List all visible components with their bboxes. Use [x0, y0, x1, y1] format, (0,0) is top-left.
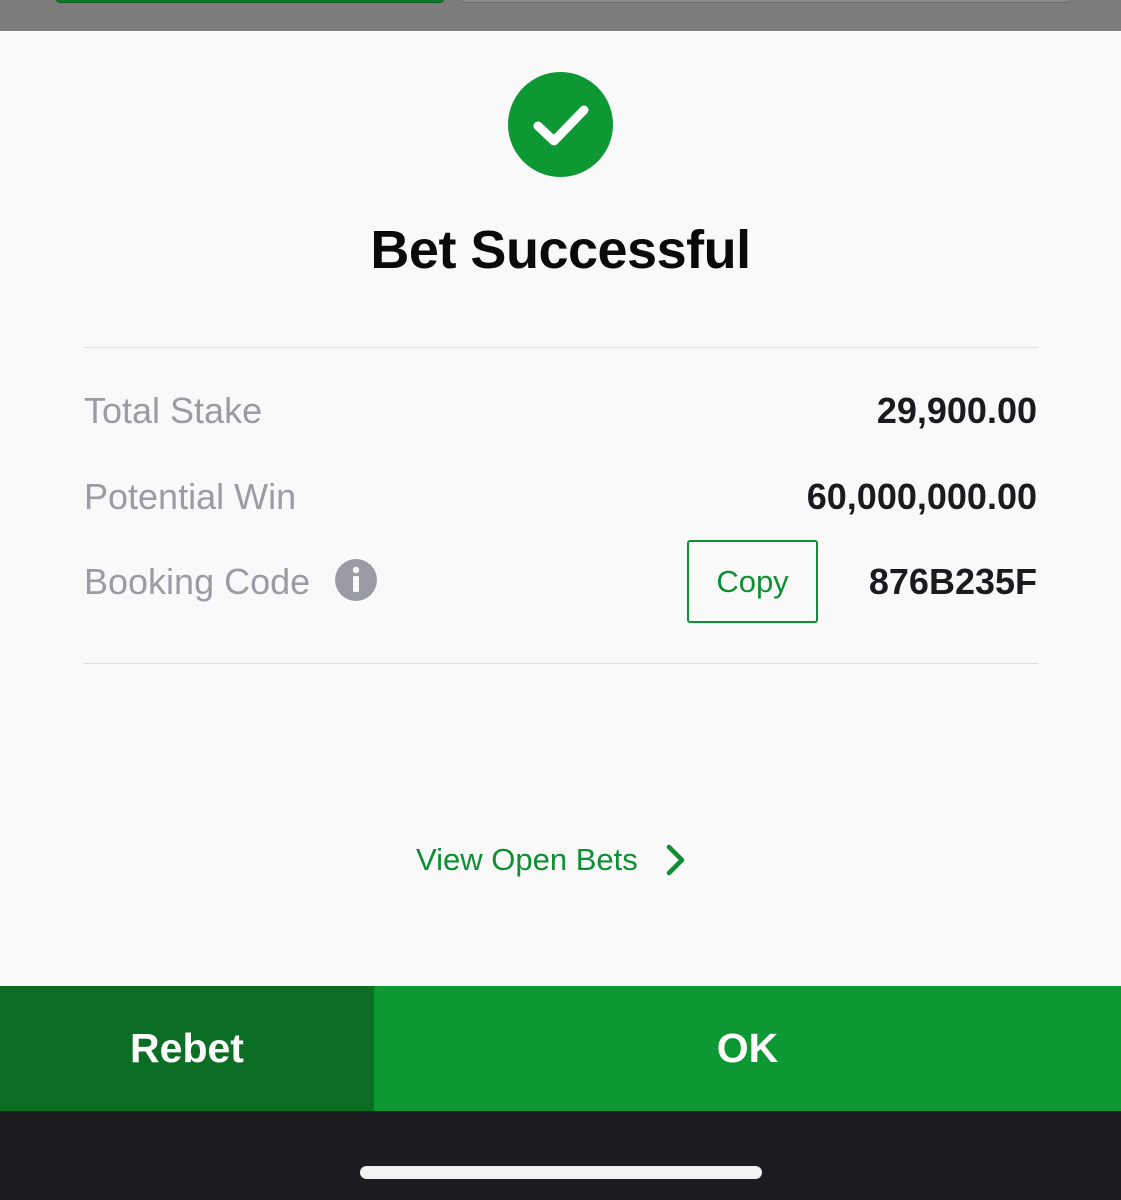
view-open-bets-label: View Open Bets	[416, 842, 638, 877]
copy-button[interactable]: Copy	[687, 540, 818, 623]
screen: Bet Successful Total Stake 29,900.00 Pot…	[0, 0, 1121, 1200]
chevron-right-icon	[666, 844, 684, 876]
background-tab-active	[55, 0, 445, 3]
total-stake-label: Total Stake	[84, 390, 263, 431]
booking-code-label: Booking Code	[84, 561, 311, 602]
checkmark-circle-icon	[508, 72, 613, 177]
rebet-button[interactable]: Rebet	[0, 986, 374, 1111]
potential-win-label: Potential Win	[84, 476, 297, 517]
backdrop-overlay	[0, 0, 1121, 31]
home-indicator-area	[0, 1111, 1121, 1200]
total-stake-value: 29,900.00	[876, 390, 1037, 431]
view-open-bets-link[interactable]: View Open Bets	[416, 840, 688, 880]
potential-win-value: 60,000,000.00	[806, 476, 1037, 517]
action-footer: Rebet OK	[0, 986, 1121, 1111]
top-divider	[84, 347, 1038, 348]
home-indicator[interactable]	[360, 1166, 762, 1179]
background-tab	[460, 0, 1070, 3]
ok-button[interactable]: OK	[374, 986, 1121, 1111]
bottom-divider	[84, 663, 1038, 664]
dialog-title: Bet Successful	[370, 220, 751, 280]
info-icon[interactable]	[335, 559, 377, 601]
booking-code-value: 876B235F	[868, 561, 1037, 602]
bet-success-sheet: Bet Successful Total Stake 29,900.00 Pot…	[0, 31, 1121, 986]
